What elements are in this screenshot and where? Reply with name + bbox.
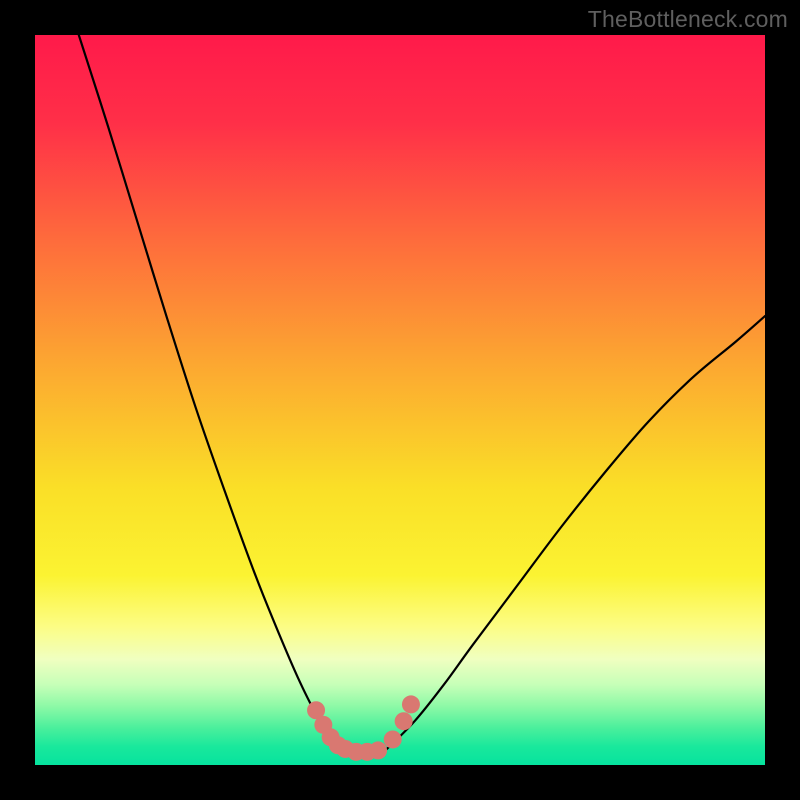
marker-dot [384,730,402,748]
marker-dot [402,695,420,713]
marker-dot [395,712,413,730]
watermark-text: TheBottleneck.com [588,6,788,33]
bottleneck-curve [35,35,765,765]
highlight-markers [307,695,420,760]
plot-area [35,35,765,765]
curve-left [79,35,342,750]
marker-dot [369,741,387,759]
curve-right [385,316,765,750]
chart-frame: TheBottleneck.com [0,0,800,800]
